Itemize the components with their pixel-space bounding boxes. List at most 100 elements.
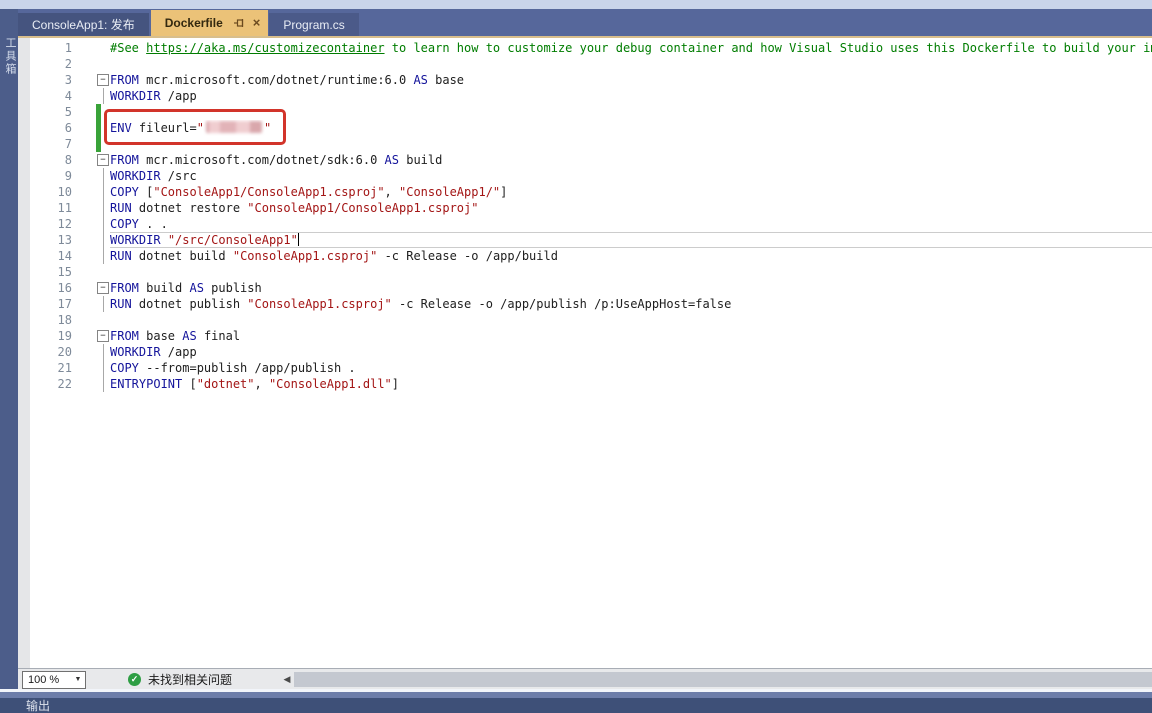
code-line[interactable]: 14RUN dotnet build "ConsoleApp1.csproj" … bbox=[30, 248, 1152, 264]
pin-icon[interactable] bbox=[233, 17, 245, 29]
breakpoint-gutter[interactable] bbox=[72, 40, 96, 56]
line-number: 10 bbox=[30, 184, 72, 200]
code-token: COPY bbox=[110, 185, 139, 199]
code-text[interactable] bbox=[110, 104, 1152, 120]
change-tracking-bar bbox=[96, 136, 101, 152]
breakpoint-gutter[interactable] bbox=[72, 200, 96, 216]
breakpoint-gutter[interactable] bbox=[72, 104, 96, 120]
code-line[interactable]: 16 −FROM build AS publish bbox=[30, 280, 1152, 296]
fold-guide-line bbox=[103, 168, 104, 184]
breakpoint-gutter[interactable] bbox=[72, 152, 96, 168]
breakpoint-gutter[interactable] bbox=[72, 376, 96, 392]
breakpoint-gutter[interactable] bbox=[72, 264, 96, 280]
code-token: dotnet build bbox=[132, 249, 233, 263]
breakpoint-gutter[interactable] bbox=[72, 184, 96, 200]
code-text[interactable]: WORKDIR /src bbox=[110, 168, 1152, 184]
scroll-left-arrow-icon[interactable]: ◀ bbox=[280, 674, 294, 685]
code-line[interactable]: 12COPY . . bbox=[30, 216, 1152, 232]
code-text[interactable]: COPY --from=publish /app/publish . bbox=[110, 360, 1152, 376]
breakpoint-gutter[interactable] bbox=[72, 312, 96, 328]
code-line[interactable]: 1#See https://aka.ms/customizecontainer … bbox=[30, 40, 1152, 56]
output-panel-header[interactable]: 输出 bbox=[0, 692, 1152, 713]
code-line[interactable]: 10 COPY ["ConsoleApp1/ConsoleApp1.csproj"… bbox=[30, 184, 1152, 200]
code-line[interactable]: 9 WORKDIR /src bbox=[30, 168, 1152, 184]
toolbox-tab-label[interactable]: 工具箱 bbox=[2, 37, 18, 76]
breakpoint-gutter[interactable] bbox=[72, 56, 96, 72]
tab-dockerfile[interactable]: Dockerfile × bbox=[151, 10, 269, 36]
scrollbar-thumb[interactable] bbox=[294, 672, 1152, 687]
change-tracking-bar bbox=[96, 104, 101, 120]
code-token: [ bbox=[139, 185, 153, 199]
fold-guide-line bbox=[103, 296, 104, 312]
breakpoint-gutter[interactable] bbox=[72, 136, 96, 152]
line-number: 15 bbox=[30, 264, 72, 280]
fold-margin bbox=[96, 312, 110, 328]
fold-collapse-toggle[interactable]: − bbox=[97, 154, 109, 166]
breakpoint-gutter[interactable] bbox=[72, 280, 96, 296]
fold-collapse-toggle[interactable]: − bbox=[97, 330, 109, 342]
breakpoint-gutter[interactable] bbox=[72, 216, 96, 232]
code-editor[interactable]: 1#See https://aka.ms/customizecontainer … bbox=[18, 36, 1152, 670]
code-text[interactable]: WORKDIR /app bbox=[110, 88, 1152, 104]
code-line[interactable]: 4WORKDIR /app bbox=[30, 88, 1152, 104]
line-number: 16 bbox=[30, 280, 72, 296]
breakpoint-gutter[interactable] bbox=[72, 360, 96, 376]
code-line[interactable]: 22ENTRYPOINT ["dotnet", "ConsoleApp1.dll… bbox=[30, 376, 1152, 392]
code-text[interactable] bbox=[110, 264, 1152, 280]
horizontal-scrollbar[interactable]: ◀ bbox=[280, 669, 1152, 690]
breakpoint-gutter[interactable] bbox=[72, 248, 96, 264]
breakpoint-gutter[interactable] bbox=[72, 296, 96, 312]
breakpoint-gutter[interactable] bbox=[72, 232, 96, 248]
breakpoint-gutter[interactable] bbox=[72, 328, 96, 344]
code-line[interactable]: 18 bbox=[30, 312, 1152, 328]
code-line[interactable]: 21COPY --from=publish /app/publish . bbox=[30, 360, 1152, 376]
code-line[interactable]: 19−FROM base AS final bbox=[30, 328, 1152, 344]
code-line[interactable]: 20WORKDIR /app bbox=[30, 344, 1152, 360]
breakpoint-gutter[interactable] bbox=[72, 168, 96, 184]
code-text[interactable]: COPY . . bbox=[110, 216, 1152, 232]
chevron-down-icon[interactable]: ▼ bbox=[71, 676, 85, 683]
code-line[interactable]: 15 bbox=[30, 264, 1152, 280]
toolbox-dock-strip[interactable]: 工具箱 bbox=[0, 9, 18, 691]
code-text[interactable]: WORKDIR /app bbox=[110, 344, 1152, 360]
code-line[interactable]: 17RUN dotnet publish "ConsoleApp1.csproj… bbox=[30, 296, 1152, 312]
code-line[interactable]: 5 bbox=[30, 104, 1152, 120]
zoom-level-dropdown[interactable]: 100 % ▼ bbox=[22, 671, 86, 689]
code-text[interactable]: COPY ["ConsoleApp1/ConsoleApp1.csproj", … bbox=[110, 184, 1152, 200]
code-text[interactable]: WORKDIR "/src/ConsoleApp1" bbox=[110, 232, 1152, 248]
close-icon[interactable]: × bbox=[253, 17, 261, 29]
code-text[interactable]: ENTRYPOINT ["dotnet", "ConsoleApp1.dll"] bbox=[110, 376, 1152, 392]
fold-guide-line bbox=[103, 344, 104, 360]
line-number: 9 bbox=[30, 168, 72, 184]
code-text[interactable]: RUN dotnet publish "ConsoleApp1.csproj" … bbox=[110, 296, 1152, 312]
code-text[interactable]: FROM mcr.microsoft.com/dotnet/sdk:6.0 AS… bbox=[110, 152, 1152, 168]
breakpoint-gutter[interactable] bbox=[72, 344, 96, 360]
code-text[interactable]: RUN dotnet restore "ConsoleApp1/ConsoleA… bbox=[110, 200, 1152, 216]
code-text[interactable] bbox=[110, 56, 1152, 72]
fold-collapse-toggle[interactable]: − bbox=[97, 282, 109, 294]
tab-program-cs[interactable]: Program.cs bbox=[269, 13, 358, 36]
code-token: COPY bbox=[110, 361, 139, 375]
tab-consoleapp1-publish[interactable]: ConsoleApp1: 发布 bbox=[18, 13, 149, 36]
code-text[interactable]: FROM build AS publish bbox=[110, 280, 1152, 296]
code-text[interactable]: FROM mcr.microsoft.com/dotnet/runtime:6.… bbox=[110, 72, 1152, 88]
code-line[interactable]: 2 bbox=[30, 56, 1152, 72]
code-text[interactable] bbox=[110, 312, 1152, 328]
code-line[interactable]: 3−FROM mcr.microsoft.com/dotnet/runtime:… bbox=[30, 72, 1152, 88]
code-text[interactable]: #See https://aka.ms/customizecontainer t… bbox=[110, 40, 1152, 56]
code-text[interactable]: RUN dotnet build "ConsoleApp1.csproj" -c… bbox=[110, 248, 1152, 264]
code-line[interactable]: 6ENV fileurl="" bbox=[30, 120, 1152, 136]
code-text[interactable] bbox=[110, 136, 1152, 152]
breakpoint-gutter[interactable] bbox=[72, 88, 96, 104]
breakpoint-gutter[interactable] bbox=[72, 72, 96, 88]
code-line[interactable]: 8−FROM mcr.microsoft.com/dotnet/sdk:6.0 … bbox=[30, 152, 1152, 168]
code-token: FROM bbox=[110, 153, 139, 167]
code-line[interactable]: 11RUN dotnet restore "ConsoleApp1/Consol… bbox=[30, 200, 1152, 216]
document-health-indicator[interactable]: ✓ 未找到相关问题 bbox=[128, 671, 232, 688]
code-line[interactable]: 7 bbox=[30, 136, 1152, 152]
code-line[interactable]: 13WORKDIR "/src/ConsoleApp1" bbox=[30, 232, 1152, 248]
fold-collapse-toggle[interactable]: − bbox=[97, 74, 109, 86]
code-text[interactable]: FROM base AS final bbox=[110, 328, 1152, 344]
code-text[interactable]: ENV fileurl="" bbox=[110, 120, 1152, 136]
breakpoint-gutter[interactable] bbox=[72, 120, 96, 136]
